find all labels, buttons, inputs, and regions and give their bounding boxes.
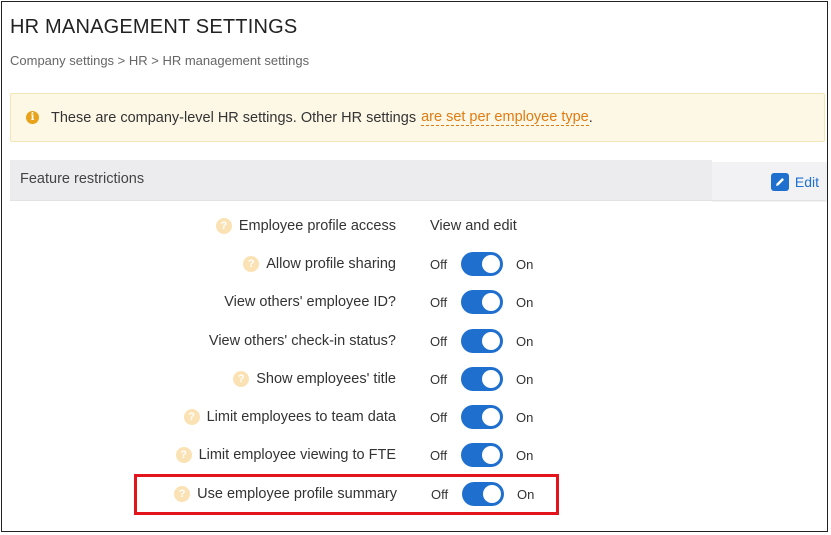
help-icon[interactable]: ? (183, 409, 200, 425)
employee-type-link[interactable]: are set per employee type (421, 109, 589, 126)
setting-label: View others' employee ID? (224, 294, 396, 310)
setting-row-show-employees-title: ? Show employees' title Off On (2, 364, 831, 394)
pencil-icon (770, 173, 789, 191)
view-check-in-status-toggle[interactable] (461, 329, 503, 353)
banner-suffix: . (588, 109, 593, 126)
toggle-knob (482, 446, 500, 464)
toggle-on-label: On (516, 371, 534, 387)
setting-row-limit-team-data: ? Limit employees to team data Off On (2, 402, 831, 432)
toggle-knob (482, 408, 500, 426)
setting-row-employee-profile-access: ? Employee profile access View and edit (2, 211, 831, 241)
help-icon[interactable]: ? (243, 256, 260, 272)
setting-row-view-employee-id: View others' employee ID? Off On (2, 287, 831, 317)
setting-label: Allow profile sharing (266, 256, 396, 272)
toggle-knob (482, 370, 500, 388)
setting-label: Limit employees to team data (206, 409, 396, 425)
toggle-on-label: On (516, 333, 534, 349)
view-employee-id-toggle[interactable] (461, 290, 503, 314)
show-employees-title-toggle[interactable] (461, 367, 503, 391)
help-icon[interactable]: ? (175, 447, 192, 463)
help-icon[interactable]: ? (233, 371, 250, 387)
limit-team-data-toggle[interactable] (461, 405, 503, 429)
profile-access-value: View and edit (430, 218, 517, 234)
toggle-on-label: On (516, 447, 534, 463)
toggle-knob (482, 293, 500, 311)
setting-label: Limit employee viewing to FTE (198, 447, 396, 463)
section-title: Feature restrictions (20, 170, 145, 187)
banner-text: These are company-level HR settings. Oth… (51, 109, 417, 126)
toggle-knob (482, 255, 500, 273)
info-banner: i These are company-level HR settings. O… (10, 93, 825, 142)
setting-row-allow-profile-sharing: ? Allow profile sharing Off On (2, 249, 831, 279)
edit-button[interactable]: Edit (712, 162, 827, 202)
setting-row-view-check-in-status: View others' check-in status? Off On (2, 326, 831, 356)
toggle-on-label: On (516, 409, 534, 425)
setting-label: Show employees' title (256, 371, 396, 387)
toggle-off-label: Off (430, 333, 448, 349)
setting-row-limit-viewing-fte: ? Limit employee viewing to FTE Off On (2, 440, 831, 470)
edit-label: Edit (794, 174, 819, 190)
toggle-off-label: Off (430, 447, 448, 463)
help-icon[interactable]: ? (215, 218, 232, 234)
limit-viewing-fte-toggle[interactable] (461, 443, 503, 467)
toggle-off-label: Off (430, 256, 448, 272)
toggle-off-label: Off (430, 371, 448, 387)
allow-profile-sharing-toggle[interactable] (461, 252, 503, 276)
toggle-on-label: On (516, 256, 534, 272)
page-title: HR MANAGEMENT SETTINGS (10, 16, 298, 38)
setting-label: Employee profile access (238, 218, 396, 234)
section-divider (10, 200, 825, 201)
settings-panel: HR MANAGEMENT SETTINGS Company settings … (1, 1, 828, 532)
info-icon: i (26, 111, 39, 124)
section-header: Feature restrictions (10, 160, 712, 200)
toggle-off-label: Off (430, 409, 448, 425)
breadcrumb: Company settings > HR > HR management se… (10, 53, 310, 68)
toggle-knob (482, 332, 500, 350)
highlight-annotation (134, 474, 559, 515)
toggle-on-label: On (516, 294, 534, 310)
toggle-off-label: Off (430, 294, 448, 310)
setting-label: View others' check-in status? (208, 333, 396, 349)
